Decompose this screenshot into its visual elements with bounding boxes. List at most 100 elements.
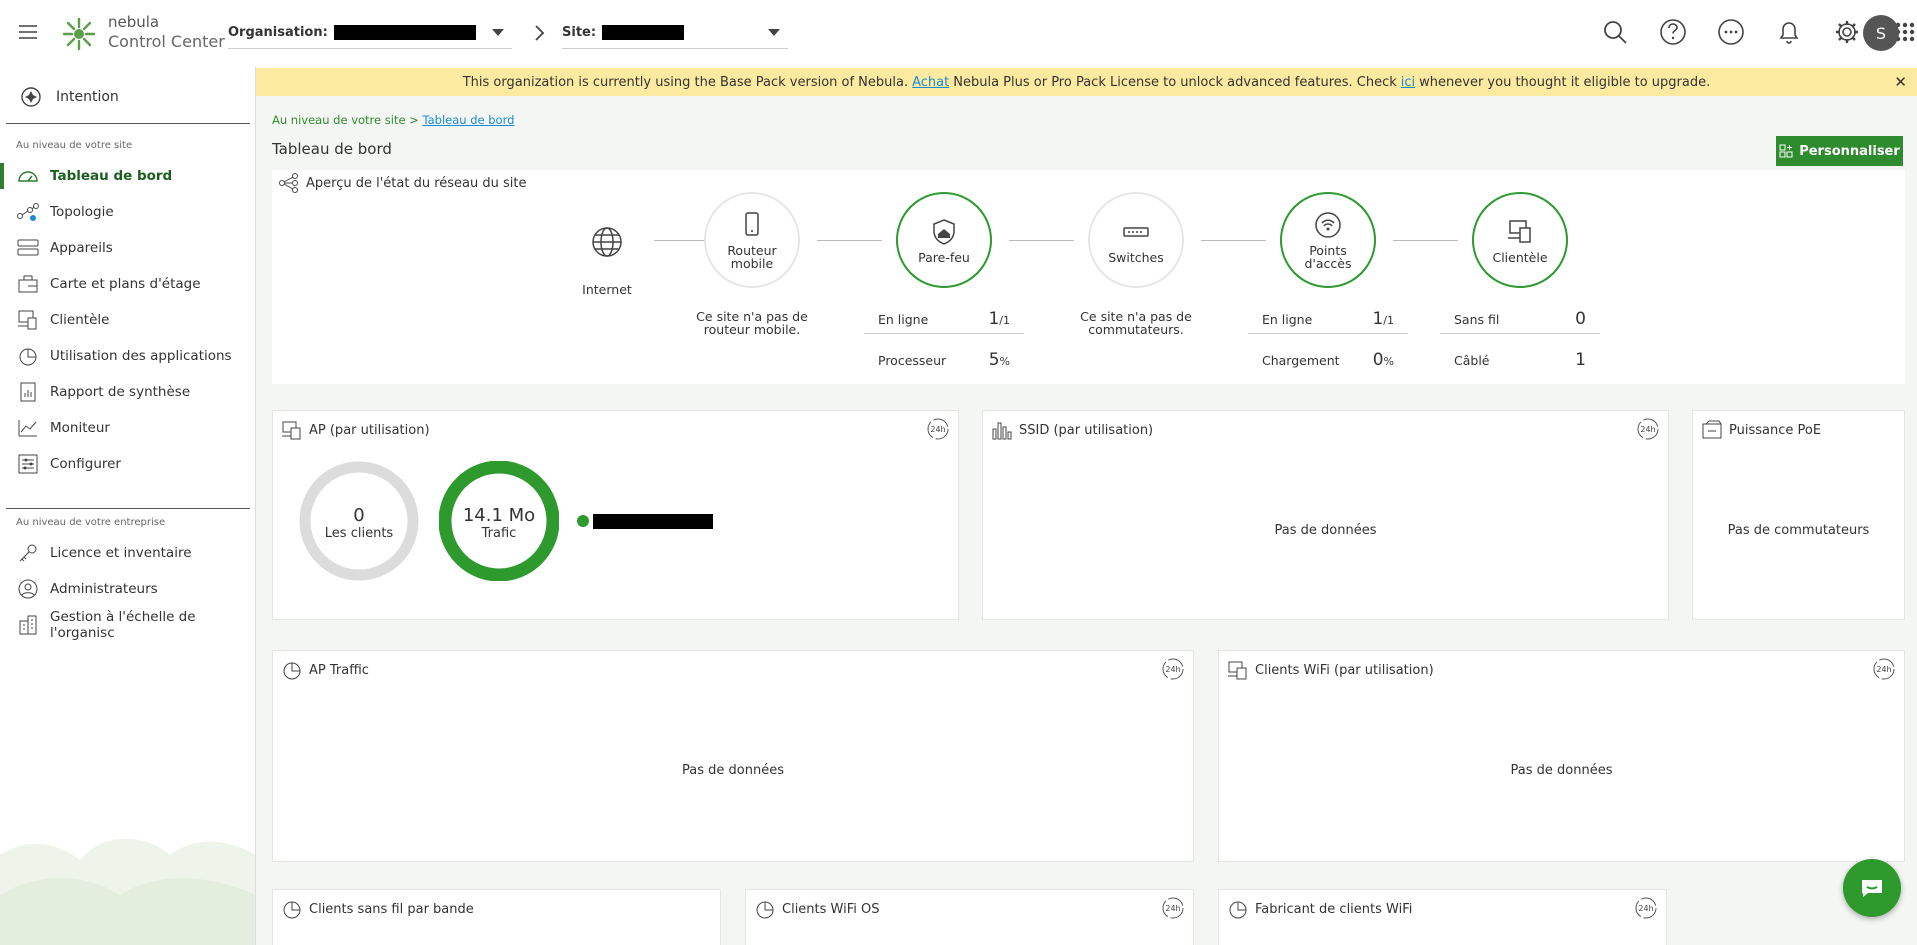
access-point-icon (1313, 210, 1343, 240)
pie-icon (16, 344, 40, 368)
firewall-node[interactable]: Pare-feu (896, 192, 992, 288)
sidebar-item-dashboard[interactable]: Tableau de bord (0, 159, 255, 193)
chat-icon (1858, 874, 1886, 902)
card-title-label: Clients sans fil par bande (309, 901, 474, 917)
clients-ring-label: 0 Les clients (299, 505, 419, 541)
intention-link[interactable]: Intention (20, 82, 119, 112)
badge-text: 24h (1165, 665, 1180, 674)
ssid-usage-card: SSID (par utilisation) 24h Pas de donnée… (982, 410, 1669, 620)
sidebar-item-label: Utilisation des applications (50, 348, 232, 364)
breadcrumb-parent[interactable]: Au niveau de votre site > (272, 113, 419, 127)
stat-number: 1 (988, 309, 1000, 329)
badge-text: 24h (1165, 904, 1180, 913)
menu-icon[interactable] (16, 20, 40, 44)
card-title-label: AP Traffic (309, 662, 369, 678)
clients-icon (1227, 659, 1249, 681)
divider (6, 123, 250, 124)
customize-button[interactable]: Personnaliser (1776, 136, 1903, 166)
legend-ap-name-redacted (593, 514, 713, 529)
empty-state: Pas de données (1274, 523, 1377, 538)
header-actions (1497, 14, 1917, 54)
ap-usage-card: AP (par utilisation) 24h 0 Les clients 1… (272, 410, 959, 620)
sidebar: Intention Au niveau de votre site Tablea… (0, 67, 256, 945)
stat-key: Sans fil (1454, 312, 1500, 327)
pie-icon (1227, 898, 1249, 920)
organisation-label: Organisation: (228, 25, 328, 40)
chat-button[interactable] (1843, 859, 1901, 917)
card-title: Clients WiFi OS (754, 898, 879, 920)
brand-name: nebula Control Center (108, 12, 225, 52)
sidebar-item-org-management[interactable]: Gestion à l'échelle de l'organisc (0, 608, 255, 642)
connector (817, 240, 882, 241)
more-icon[interactable] (1713, 14, 1749, 50)
stat-key: Processeur (878, 353, 947, 368)
network-overview-card: Aperçu de l'état du réseau du site Inter… (272, 170, 1905, 384)
sidebar-item-devices[interactable]: Appareils (0, 231, 255, 265)
globe-icon (587, 222, 627, 262)
bell-icon[interactable] (1771, 14, 1807, 50)
internet-label: Internet (582, 282, 632, 297)
sidebar-item-clients[interactable]: Clientèle (0, 303, 255, 337)
decorative-hills (0, 838, 255, 945)
firewall-label: Pare-feu (918, 249, 970, 265)
ap-load-stat: Chargement 0% (1248, 334, 1408, 374)
clients-node[interactable]: Clientèle (1472, 192, 1568, 288)
sidebar-item-label: Moniteur (50, 420, 110, 436)
note-line-2: routeur mobile. (703, 322, 801, 337)
devices-icon (16, 236, 40, 260)
card-title: Puissance PoE (1701, 419, 1821, 441)
breadcrumb-current[interactable]: Tableau de bord (422, 113, 514, 127)
sidebar-item-report[interactable]: Rapport de synthèse (0, 375, 255, 409)
timerange-24h-icon[interactable]: 24h (1161, 657, 1185, 681)
wireless-clients-stat: Sans fil 0 (1440, 294, 1600, 334)
stat-total: /1 (999, 314, 1010, 327)
intention-icon (20, 86, 42, 108)
sidebar-item-app-usage[interactable]: Utilisation des applications (0, 339, 255, 373)
banner-here-link[interactable]: ici (1401, 75, 1415, 90)
site-selector[interactable]: Site: (562, 17, 788, 49)
breadcrumb: Au niveau de votre site > Tableau de bor… (272, 113, 514, 127)
configure-icon (16, 452, 40, 476)
mobile-router-node[interactable]: Routeur mobile (704, 192, 800, 288)
sidebar-item-configure[interactable]: Configurer (0, 447, 255, 481)
card-title: Aperçu de l'état du réseau du site (278, 172, 526, 194)
page-title: Tableau de bord (272, 140, 392, 158)
stat-number: 0 (1372, 350, 1384, 370)
building-icon (16, 613, 40, 637)
banner-purchase-link[interactable]: Achat (912, 75, 949, 90)
divider (6, 508, 250, 509)
clients-label: Clientèle (1492, 249, 1548, 265)
connector (654, 240, 704, 241)
card-title: AP (par utilisation) (281, 419, 430, 441)
switch-icon (1121, 217, 1151, 247)
help-icon[interactable] (1655, 14, 1691, 50)
sidebar-item-administrators[interactable]: Administrateurs (0, 572, 255, 606)
banner-text-1: This organization is currently using the… (462, 74, 909, 90)
timerange-24h-icon[interactable]: 24h (1872, 657, 1896, 681)
sidebar-item-topology[interactable]: Topologie (0, 195, 255, 229)
switches-label: Switches (1108, 249, 1164, 265)
admin-icon (16, 577, 40, 601)
sidebar-item-license[interactable]: Licence et inventaire (0, 536, 255, 570)
timerange-24h-icon[interactable]: 24h (1636, 417, 1660, 441)
stat-number: 1 (1575, 350, 1586, 370)
gear-icon[interactable] (1829, 14, 1865, 50)
close-icon[interactable]: ✕ (1894, 73, 1907, 91)
traffic-amount: 14.1 Mo (462, 505, 536, 526)
timerange-24h-icon[interactable]: 24h (926, 417, 950, 441)
timerange-24h-icon[interactable]: 24h (1634, 896, 1658, 920)
sidebar-item-label: Licence et inventaire (50, 545, 192, 561)
sidebar-item-map[interactable]: Carte et plans d'étage (0, 267, 255, 301)
timerange-24h-icon[interactable]: 24h (1161, 896, 1185, 920)
empty-state: Pas de données (1510, 763, 1613, 778)
organisation-selector[interactable]: Organisation: (228, 17, 512, 49)
nebula-logo-icon (60, 15, 98, 53)
stat-value: 5% (989, 350, 1010, 370)
card-title: Fabricant de clients WiFi (1227, 898, 1412, 920)
search-icon[interactable] (1597, 14, 1633, 50)
sidebar-item-monitor[interactable]: Moniteur (0, 411, 255, 445)
upgrade-banner: This organization is currently using the… (256, 68, 1917, 96)
switches-node[interactable]: Switches (1088, 192, 1184, 288)
user-avatar[interactable]: S (1863, 15, 1899, 51)
access-points-node[interactable]: Points d'accès (1280, 192, 1376, 288)
